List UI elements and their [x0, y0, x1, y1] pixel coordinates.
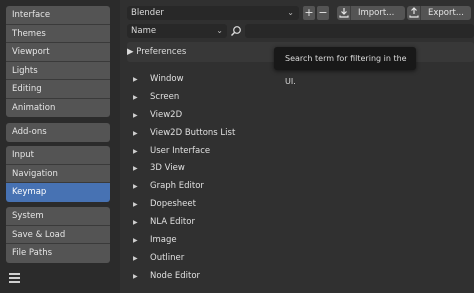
list-item[interactable]: ▶ View2D Buttons List: [127, 125, 474, 143]
expand-triangle-icon[interactable]: ▶: [133, 232, 138, 250]
list-item-label: Dopesheet: [150, 199, 196, 210]
expand-triangle-icon[interactable]: ▶: [133, 178, 138, 196]
list-item-label: Window: [150, 74, 184, 84]
expand-triangle-icon[interactable]: ▶: [127, 47, 134, 57]
sidebar-group-system: System Save & Load File Paths: [6, 207, 110, 263]
sidebar-group-display: Interface Themes Viewport Lights Editing…: [6, 6, 110, 117]
sidebar-item-themes[interactable]: Themes: [6, 24, 110, 43]
chevron-down-icon: ⌄: [216, 26, 223, 35]
export-button[interactable]: Export...: [407, 6, 471, 20]
list-item[interactable]: ▶ 3D View: [127, 160, 474, 178]
keymap-toolbar: Blender ⌄ + − Import... Export...: [127, 6, 474, 20]
sidebar-item-interface[interactable]: Interface: [6, 6, 110, 25]
import-icon: [337, 6, 351, 20]
hamburger-menu-icon[interactable]: [9, 273, 20, 283]
export-icon: [407, 6, 421, 20]
sidebar-item-animation[interactable]: Animation: [6, 98, 110, 117]
list-item-label: Graph Editor: [150, 181, 204, 192]
sidebar-item-addons[interactable]: Add-ons: [6, 123, 110, 142]
add-preset-button[interactable]: +: [303, 6, 315, 20]
export-label: Export...: [428, 8, 464, 18]
list-item[interactable]: ▶ View2D: [127, 107, 474, 125]
import-button[interactable]: Import...: [337, 6, 405, 20]
list-item[interactable]: ▶ Outliner: [127, 250, 474, 268]
keymap-tree: ▶ Preferences ▶ Window ▶ Screen ▶ View2D ▶ V…: [127, 42, 474, 286]
list-item[interactable]: ▶ Dopesheet: [127, 196, 474, 214]
list-item-label: Node Editor: [150, 270, 201, 281]
expand-triangle-icon[interactable]: ▶: [133, 196, 138, 214]
keymap-preset-value: Blender: [131, 8, 164, 18]
sidebar-item-input[interactable]: Input: [6, 146, 110, 165]
keymap-panel: Blender ⌄ + − Import... Export... Name ⌄…: [120, 0, 474, 293]
list-item[interactable]: ▶ Screen: [127, 89, 474, 107]
preferences-sidebar: Interface Themes Viewport Lights Editing…: [0, 0, 116, 293]
expand-triangle-icon[interactable]: ▶: [133, 125, 138, 143]
sidebar-group-input: Input Navigation Keymap: [6, 146, 110, 202]
list-item-label: View2D: [150, 109, 183, 120]
list-item-label: 3D View: [150, 163, 185, 174]
expand-triangle-icon[interactable]: ▶: [133, 268, 138, 286]
sidebar-group-addons: Add-ons: [6, 123, 110, 142]
remove-preset-button[interactable]: −: [317, 6, 329, 20]
list-item[interactable]: ▶ Image: [127, 232, 474, 250]
expand-triangle-icon[interactable]: ▶: [133, 214, 138, 232]
sidebar-item-lights[interactable]: Lights: [6, 61, 110, 80]
list-item-label: Screen: [150, 91, 180, 102]
chevron-down-icon: ⌄: [287, 8, 294, 17]
expand-triangle-icon[interactable]: ▶: [133, 143, 138, 161]
list-item-label: Image: [150, 235, 177, 246]
expand-triangle-icon[interactable]: ▶: [133, 71, 138, 89]
sidebar-item-file-paths[interactable]: File Paths: [6, 244, 110, 263]
keymap-main-area: Blender ⌄ + − Import... Export... Name ⌄…: [116, 0, 474, 293]
list-item[interactable]: ▶ Window: [127, 71, 474, 89]
sidebar-item-navigation[interactable]: Navigation: [6, 164, 110, 183]
search-icon: [230, 25, 242, 37]
import-label: Import...: [358, 8, 395, 18]
search-input[interactable]: [245, 24, 474, 38]
filter-row: Name ⌄: [127, 24, 474, 38]
sidebar-item-save-load[interactable]: Save & Load: [6, 225, 110, 244]
list-item-label: Outliner: [150, 252, 185, 263]
filter-type-value: Name: [131, 26, 157, 36]
search-tooltip: Search term for filtering in the UI.: [274, 47, 416, 86]
list-item[interactable]: ▶ Node Editor: [127, 268, 474, 286]
sidebar-item-viewport[interactable]: Viewport: [6, 43, 110, 62]
filter-type-dropdown[interactable]: Name ⌄: [127, 24, 227, 38]
sidebar-item-keymap[interactable]: Keymap: [6, 183, 110, 202]
list-item[interactable]: ▶ Graph Editor: [127, 178, 474, 196]
expand-triangle-icon[interactable]: ▶: [133, 250, 138, 268]
preferences-label: Preferences: [136, 47, 187, 57]
list-item-label: View2D Buttons List: [150, 127, 236, 138]
list-item-label: User Interface: [150, 145, 211, 156]
expand-triangle-icon[interactable]: ▶: [133, 89, 138, 107]
expand-triangle-icon[interactable]: ▶: [133, 160, 138, 178]
list-item[interactable]: ▶ NLA Editor: [127, 214, 474, 232]
sidebar-item-editing[interactable]: Editing: [6, 80, 110, 99]
keymap-preset-dropdown[interactable]: Blender ⌄: [127, 6, 299, 20]
list-item[interactable]: ▶ User Interface: [127, 143, 474, 161]
sidebar-item-system[interactable]: System: [6, 207, 110, 226]
expand-triangle-icon[interactable]: ▶: [133, 107, 138, 125]
list-item-label: NLA Editor: [150, 217, 195, 228]
